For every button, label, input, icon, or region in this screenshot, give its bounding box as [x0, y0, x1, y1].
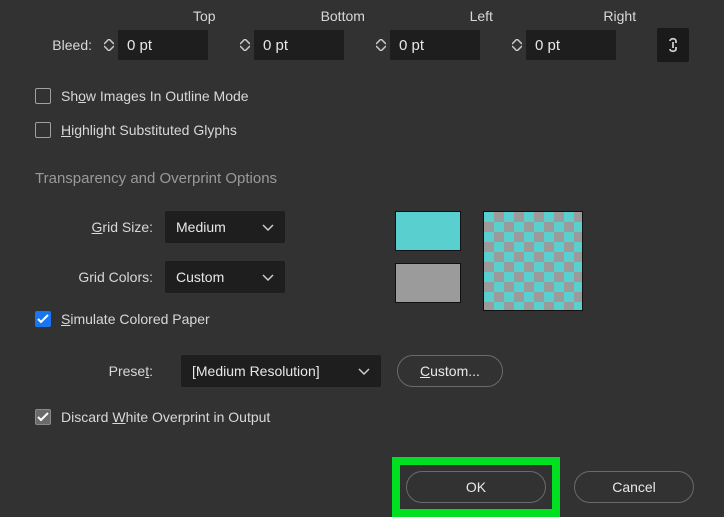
grid-size-select[interactable]: Medium [165, 211, 285, 243]
bleed-header-top: Top [135, 8, 274, 28]
bleed-bottom-input[interactable] [254, 30, 344, 60]
ok-button[interactable]: OK [406, 471, 546, 503]
discard-overprint-checkbox[interactable] [35, 409, 51, 425]
ok-highlight: OK [392, 457, 560, 517]
bleed-left-input[interactable] [390, 30, 480, 60]
grid-size-value: Medium [176, 219, 226, 235]
grid-colors-label: Grid Colors: [35, 269, 165, 285]
show-images-label[interactable]: Show Images In Outline Mode [61, 88, 249, 104]
bleed-right-stepper[interactable] [508, 31, 526, 59]
bleed-section: Top Bottom Left Right Bleed: [35, 0, 689, 62]
discard-overprint-label[interactable]: Discard White Overprint in Output [61, 409, 270, 425]
show-images-checkbox[interactable] [35, 88, 51, 104]
preset-select[interactable]: [Medium Resolution] [181, 355, 381, 387]
swatch-secondary[interactable] [395, 263, 461, 303]
bleed-bottom-stepper[interactable] [236, 31, 254, 59]
bleed-header-right: Right [551, 8, 690, 28]
grid-colors-value: Custom [176, 269, 224, 285]
link-icon [665, 35, 681, 55]
highlight-glyphs-label[interactable]: Highlight Substituted Glyphs [61, 122, 237, 138]
bleed-header-bottom: Bottom [274, 8, 413, 28]
show-images-row: Show Images In Outline Mode [35, 88, 689, 104]
transparency-section-title: Transparency and Overprint Options [35, 170, 689, 187]
swatch-preview [395, 211, 583, 327]
discard-overprint-row: Discard White Overprint in Output [35, 409, 689, 425]
link-bleed-button[interactable] [657, 28, 689, 62]
bleed-right-input[interactable] [526, 30, 616, 60]
cancel-button[interactable]: Cancel [574, 471, 694, 503]
grid-size-label: Grid Size: [35, 219, 165, 235]
custom-preset-button[interactable]: Custom... [397, 355, 503, 387]
bleed-top-input[interactable] [118, 30, 208, 60]
checker-preview [483, 211, 583, 311]
chevron-down-icon [262, 274, 274, 281]
chevron-down-icon [262, 224, 274, 231]
preset-label: Preset: [35, 363, 165, 379]
preset-value: [Medium Resolution] [192, 363, 320, 379]
highlight-glyphs-checkbox[interactable] [35, 122, 51, 138]
swatch-primary[interactable] [395, 211, 461, 251]
bleed-label: Bleed: [35, 37, 100, 53]
simulate-paper-label[interactable]: Simulate Colored Paper [61, 311, 210, 327]
bleed-top-stepper[interactable] [100, 31, 118, 59]
bleed-left-stepper[interactable] [372, 31, 390, 59]
highlight-glyphs-row: Highlight Substituted Glyphs [35, 122, 689, 138]
bleed-header-left: Left [412, 8, 551, 28]
bleed-headers: Top Bottom Left Right [135, 8, 689, 28]
dialog-footer: OK Cancel [0, 445, 724, 517]
simulate-paper-checkbox[interactable] [35, 311, 51, 327]
grid-colors-select[interactable]: Custom [165, 261, 285, 293]
chevron-down-icon [358, 368, 370, 375]
